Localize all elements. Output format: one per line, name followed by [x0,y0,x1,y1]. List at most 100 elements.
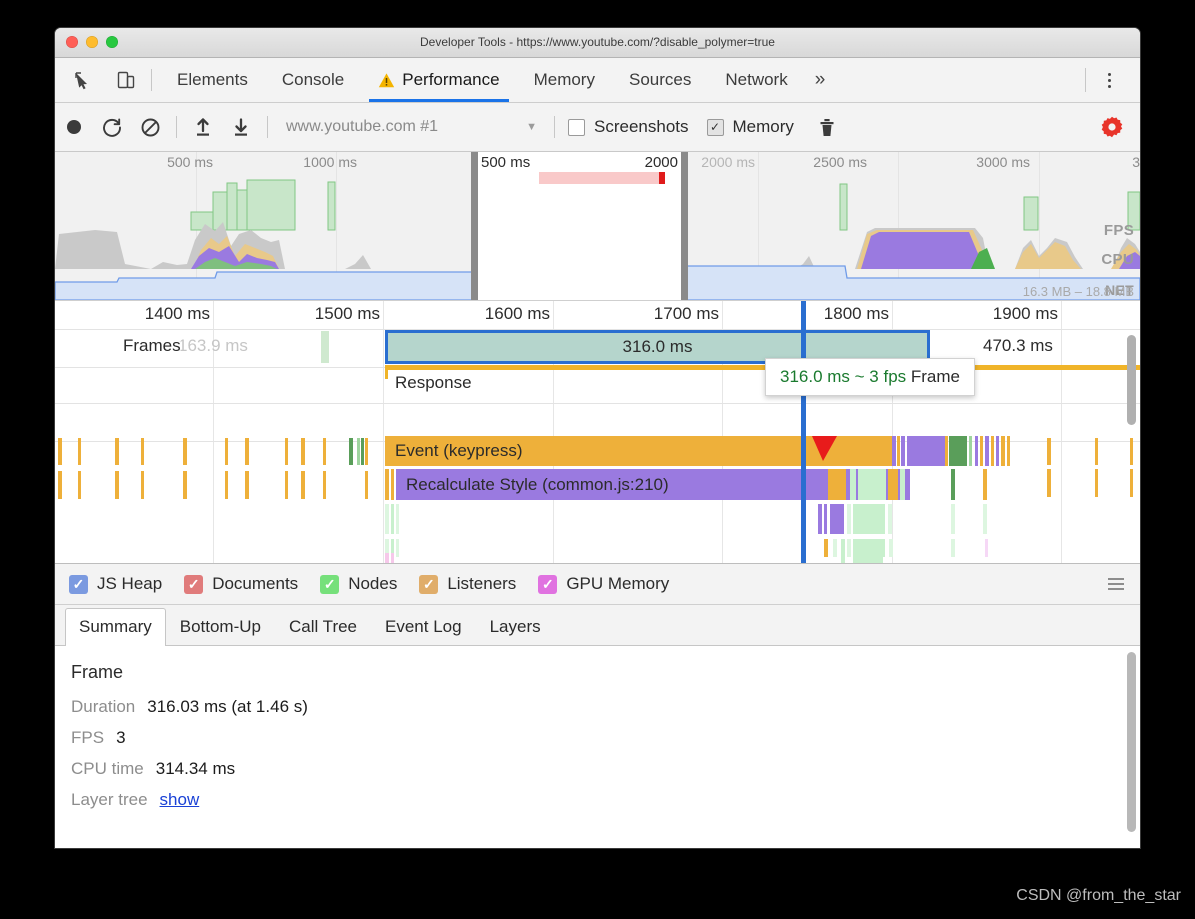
tab-bottom-up[interactable]: Bottom-Up [166,608,275,645]
record-button[interactable] [55,110,93,144]
overview-tick: 3000 ms [976,154,1030,170]
toolbar-divider [176,116,177,138]
tab-label: Elements [177,70,248,89]
tab-performance[interactable]: Performance [361,58,516,102]
counter-listeners[interactable]: ✓ Listeners [419,574,516,594]
profile-name-label: www.youtube.com #1 [286,118,439,135]
summary-row-duration: Duration 316.03 ms (at 1.46 s) [71,697,1140,717]
tab-layers[interactable]: Layers [476,608,555,645]
counter-label: Documents [212,574,299,593]
checkbox-box: ✓ [320,574,340,594]
tracks-scrollbar[interactable] [1127,335,1136,425]
checkbox-box: ✓ [706,118,724,136]
screenshots-checkbox[interactable]: Screenshots [568,117,689,137]
tooltip-metric: 316.0 ms ~ 3 fps [780,367,907,386]
summary-row-layer-tree: Layer tree show [71,790,1140,810]
counter-nodes[interactable]: ✓ Nodes [320,574,397,594]
detail-tab-label: Summary [79,617,152,636]
memory-counters-bar: ✓ JS Heap ✓ Documents ✓ Nodes ✓ Listener… [55,564,1140,605]
screenshots-label: Screenshots [594,117,689,136]
counter-js-heap[interactable]: ✓ JS Heap [69,574,162,594]
detail-tab-label: Event Log [385,617,462,636]
checkbox-box: ✓ [538,574,558,594]
tab-elements[interactable]: Elements [160,58,265,102]
check-icon: ✓ [187,576,200,592]
overview-selection-window[interactable]: 500 ms 2000 [471,152,688,300]
tooltip-kind: Frame [910,367,961,386]
counter-label: JS Heap [97,574,163,593]
tab-console[interactable]: Console [265,58,361,102]
device-toolbar-icon[interactable] [111,66,141,94]
overview-tick: 1000 ms [303,154,357,170]
tab-network[interactable]: Network [708,58,804,102]
tab-bar-right [1079,58,1140,102]
memory-checkbox[interactable]: ✓ Memory [706,117,794,137]
frame-tooltip: 316.0 ms ~ 3 fps Frame [765,358,976,396]
counter-label: Nodes [348,574,398,593]
tab-summary[interactable]: Summary [65,608,166,646]
summary-value: 3 [116,728,126,747]
timeline-overview[interactable]: 500 ms 1000 ms 2000 ms 2500 ms 3000 ms 3… [55,152,1140,301]
counter-gpu-memory[interactable]: ✓ GPU Memory [538,574,669,594]
checkbox-box [568,118,585,136]
detail-tab-label: Bottom-Up [179,617,261,636]
summary-row-fps: FPS 3 [71,728,1140,748]
detail-tab-bar: Summary Bottom-Up Call Tree Event Log La… [55,605,1140,646]
tab-memory[interactable]: Memory [517,58,612,102]
show-layer-tree-link[interactable]: show [160,790,200,810]
watermark: CSDN @from_the_star [1016,887,1181,904]
profile-selector[interactable]: www.youtube.com #1 ▼ [279,112,547,142]
check-icon: ✓ [323,576,336,592]
hamburger-menu-icon[interactable] [1108,578,1124,590]
clear-button[interactable] [131,110,169,144]
devtools-window: Developer Tools - https://www.youtube.co… [55,28,1140,848]
toolbar-divider [267,116,268,138]
more-tabs-icon[interactable]: » [805,69,836,91]
summary-value: 314.34 ms [155,759,236,778]
check-icon: ✓ [709,119,721,134]
overview-tick: 3 [1132,154,1140,170]
counter-label: Listeners [447,574,517,593]
tab-label: Memory [533,70,595,89]
flame-bar-event-keypress[interactable]: Event (keypress) [385,436,890,466]
playhead-marker[interactable] [801,301,806,563]
tab-sources[interactable]: Sources [612,58,708,102]
tab-label: Sources [628,70,692,89]
collect-garbage-button[interactable] [808,110,846,144]
check-icon: ✓ [541,576,554,592]
checkbox-box: ✓ [69,574,88,594]
kebab-menu-icon[interactable] [1092,72,1126,88]
counter-documents[interactable]: ✓ Documents [184,574,298,594]
window-title: Developer Tools - https://www.youtube.co… [420,35,775,49]
lane-label-cpu: CPU [1101,251,1134,268]
settings-gear-icon[interactable] [1100,115,1124,139]
summary-key: Duration [71,697,136,716]
check-icon: ✓ [422,576,435,592]
selection-window-content [539,172,665,184]
warning-triangle-icon [378,72,395,89]
tab-event-log[interactable]: Event Log [371,608,476,645]
tab-label: Performance [402,70,500,89]
summary-key: CPU time [71,759,144,778]
summary-key: FPS [71,728,105,747]
devtools-tab-bar: Elements Console Performance Memory Sour… [55,58,1140,103]
summary-key: Layer tree [71,790,148,809]
overview-tick: 2500 ms [813,154,867,170]
summary-row-cpu-time: CPU time 314.34 ms [71,759,1140,779]
tab-label: Console [281,70,345,89]
timeline-tracks[interactable]: 1400 ms 1500 ms 1600 ms 1700 ms 1800 ms … [55,301,1140,564]
reload-and-record-button[interactable] [93,110,131,144]
summary-panel: Frame Duration 316.03 ms (at 1.46 s) FPS… [55,646,1140,848]
save-profile-button[interactable] [222,110,260,144]
flame-bar-recalculate-style[interactable]: Recalculate Style (common.js:210) [396,469,910,500]
overview-tick: 2000 ms [701,154,755,170]
inspect-cursor-icon[interactable] [68,66,98,94]
title-bar: Developer Tools - https://www.youtube.co… [55,28,1140,58]
summary-scrollbar[interactable] [1127,652,1136,832]
check-icon: ✓ [72,576,85,592]
chevron-down-icon[interactable]: ▼ [516,121,547,133]
tab-call-tree[interactable]: Call Tree [275,608,371,645]
main-flame-chart[interactable] [55,301,1140,563]
load-profile-button[interactable] [184,110,222,144]
counter-label: GPU Memory [566,574,670,593]
